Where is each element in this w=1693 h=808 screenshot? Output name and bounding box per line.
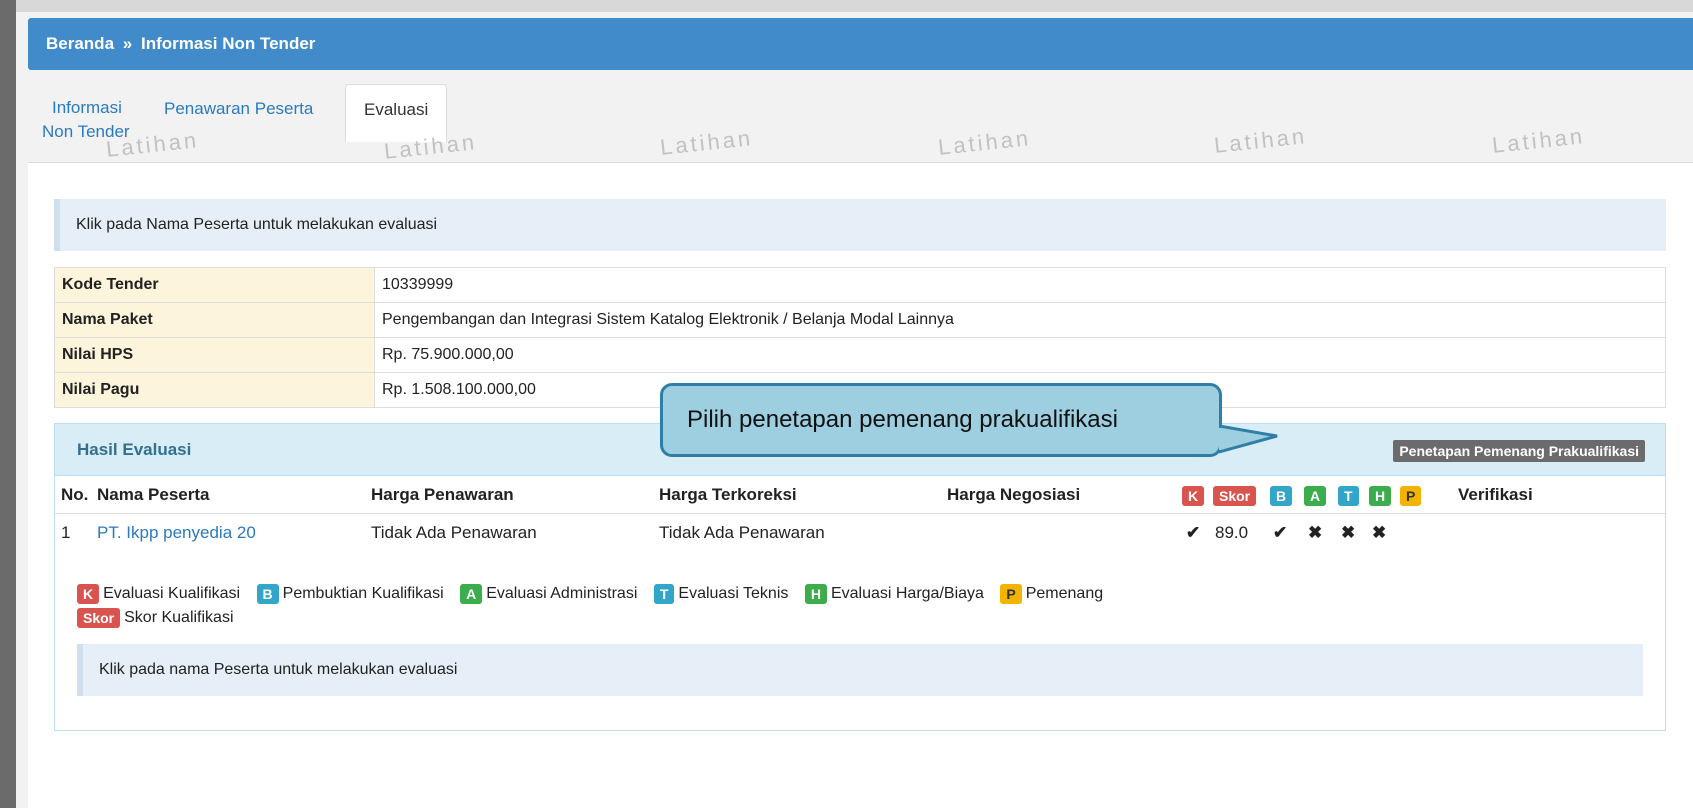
nilai-hps-label: Nilai HPS	[54, 337, 375, 373]
b-check-icon: ✔	[1273, 523, 1288, 542]
col-a-badge: A	[1304, 485, 1327, 506]
legend-item: B Pembuktian Kualifikasi	[256, 582, 444, 606]
legend-h-badge: H	[804, 583, 827, 604]
tab-informasi-non-tender[interactable]: Informasi Non Tender	[42, 96, 130, 144]
hasil-evaluasi-panel: Hasil Evaluasi Penetapan Pemenang Prakua…	[54, 423, 1666, 731]
nama-paket-label: Nama Paket	[54, 302, 375, 338]
row-skor: 89.0	[1215, 523, 1249, 542]
panel-info-alert: Klik pada nama Peserta untuk melakukan e…	[77, 644, 1643, 696]
legend-t-text: Evaluasi Teknis	[678, 585, 789, 602]
legend-p-badge: P	[1000, 583, 1022, 604]
legend-k-text: Evaluasi Kualifikasi	[103, 585, 241, 602]
peserta-link[interactable]: PT. Ikpp penyedia 20	[97, 514, 256, 552]
tab-penawaran-peserta[interactable]: Penawaran Peserta	[164, 96, 313, 121]
kode-tender-label: Kode Tender	[54, 267, 375, 303]
nama-paket-value: Pengembangan dan Integrasi Sistem Katalo…	[374, 302, 1666, 338]
table-row: Nama Paket Pengembangan dan Integrasi Si…	[54, 302, 1666, 338]
col-harga-negosiasi: Harga Negosiasi	[947, 485, 1081, 504]
table-row: Nilai HPS Rp. 75.900.000,00	[54, 337, 1666, 373]
row-no: 1	[61, 523, 71, 542]
legend-item: K Evaluasi Kualifikasi	[77, 582, 240, 606]
legend-a-badge: A	[460, 583, 483, 604]
tab-informasi-line2: Non Tender	[42, 122, 130, 141]
row-harga-terkoreksi: Tidak Ada Penawaran	[659, 523, 825, 542]
legend-b-text: Pembuktian Kualifikasi	[282, 585, 444, 602]
row-harga-penawaran: Tidak Ada Penawaran	[371, 523, 537, 542]
col-skor-badge: Skor	[1213, 485, 1257, 506]
legend-h-text: Evaluasi Harga/Biaya	[830, 585, 984, 602]
legend-a-text: Evaluasi Administrasi	[486, 585, 638, 602]
legend-item: H Evaluasi Harga/Biaya	[804, 582, 984, 606]
h-cross-icon: ✖	[1372, 523, 1387, 542]
window-frame-top	[0, 0, 1693, 12]
legend-k-badge: K	[77, 583, 100, 604]
legend-skor-badge: Skor	[77, 607, 121, 628]
a-cross-icon: ✖	[1308, 523, 1323, 542]
window-frame-left	[0, 0, 16, 808]
legend-item: T Evaluasi Teknis	[653, 582, 789, 606]
col-nama-peserta: Nama Peserta	[97, 485, 210, 504]
t-cross-icon: ✖	[1341, 523, 1356, 542]
legend-skor-text: Skor Kualifikasi	[124, 609, 234, 626]
info-alert: Klik pada Nama Peserta untuk melakukan e…	[54, 199, 1666, 251]
tab-evaluasi[interactable]: Evaluasi	[345, 84, 448, 142]
breadcrumb-separator: »	[122, 34, 133, 53]
col-p-badge: P	[1400, 485, 1422, 506]
table-row: Kode Tender 10339999	[54, 267, 1666, 303]
nilai-pagu-label: Nilai Pagu	[54, 372, 375, 408]
breadcrumb-current: Informasi Non Tender	[140, 34, 316, 53]
legend-item: Skor Skor Kualifikasi	[77, 606, 234, 630]
kode-tender-value: 10339999	[374, 267, 1666, 303]
col-t-badge: T	[1338, 485, 1359, 506]
legend-b-badge: B	[256, 583, 279, 604]
breadcrumb-home[interactable]: Beranda	[46, 34, 114, 53]
tab-bar: Informasi Non Tender Penawaran Peserta E…	[28, 82, 1693, 162]
legend-item: A Evaluasi Administrasi	[460, 582, 637, 606]
nilai-hps-value: Rp. 75.900.000,00	[374, 337, 1666, 373]
legend-p-text: Pemenang	[1025, 585, 1104, 602]
col-b-badge: B	[1270, 485, 1293, 506]
evaluation-table-header: No. Nama Peserta Harga Penawaran Harga T…	[55, 476, 1665, 514]
table-row: 1 PT. Ikpp penyedia 20 Tidak Ada Penawar…	[55, 514, 1665, 552]
annotation-callout: Pilih penetapan pemenang prakualifikasi	[660, 383, 1222, 457]
legend: K Evaluasi Kualifikasi B Pembuktian Kualif…	[77, 582, 1637, 630]
k-check-icon: ✔	[1186, 523, 1201, 542]
panel-title: Hasil Evaluasi	[77, 440, 192, 459]
penetapan-pemenang-button[interactable]: Penetapan Pemenang Prakualifikasi	[1393, 440, 1645, 462]
col-k-badge: K	[1182, 485, 1205, 506]
callout-pointer	[1219, 424, 1278, 454]
tab-informasi-line1: Informasi	[52, 98, 122, 117]
legend-item: P Pemenang	[1000, 582, 1103, 606]
col-harga-terkoreksi: Harga Terkoreksi	[659, 485, 797, 504]
legend-t-badge: T	[653, 583, 675, 604]
col-verifikasi: Verifikasi	[1458, 485, 1533, 504]
col-no: No.	[61, 485, 89, 504]
breadcrumb: Beranda » Informasi Non Tender	[28, 18, 1693, 70]
content-area: Klik pada Nama Peserta untuk melakukan e…	[28, 162, 1693, 808]
col-h-badge: H	[1369, 485, 1392, 506]
col-harga-penawaran: Harga Penawaran	[371, 485, 514, 504]
